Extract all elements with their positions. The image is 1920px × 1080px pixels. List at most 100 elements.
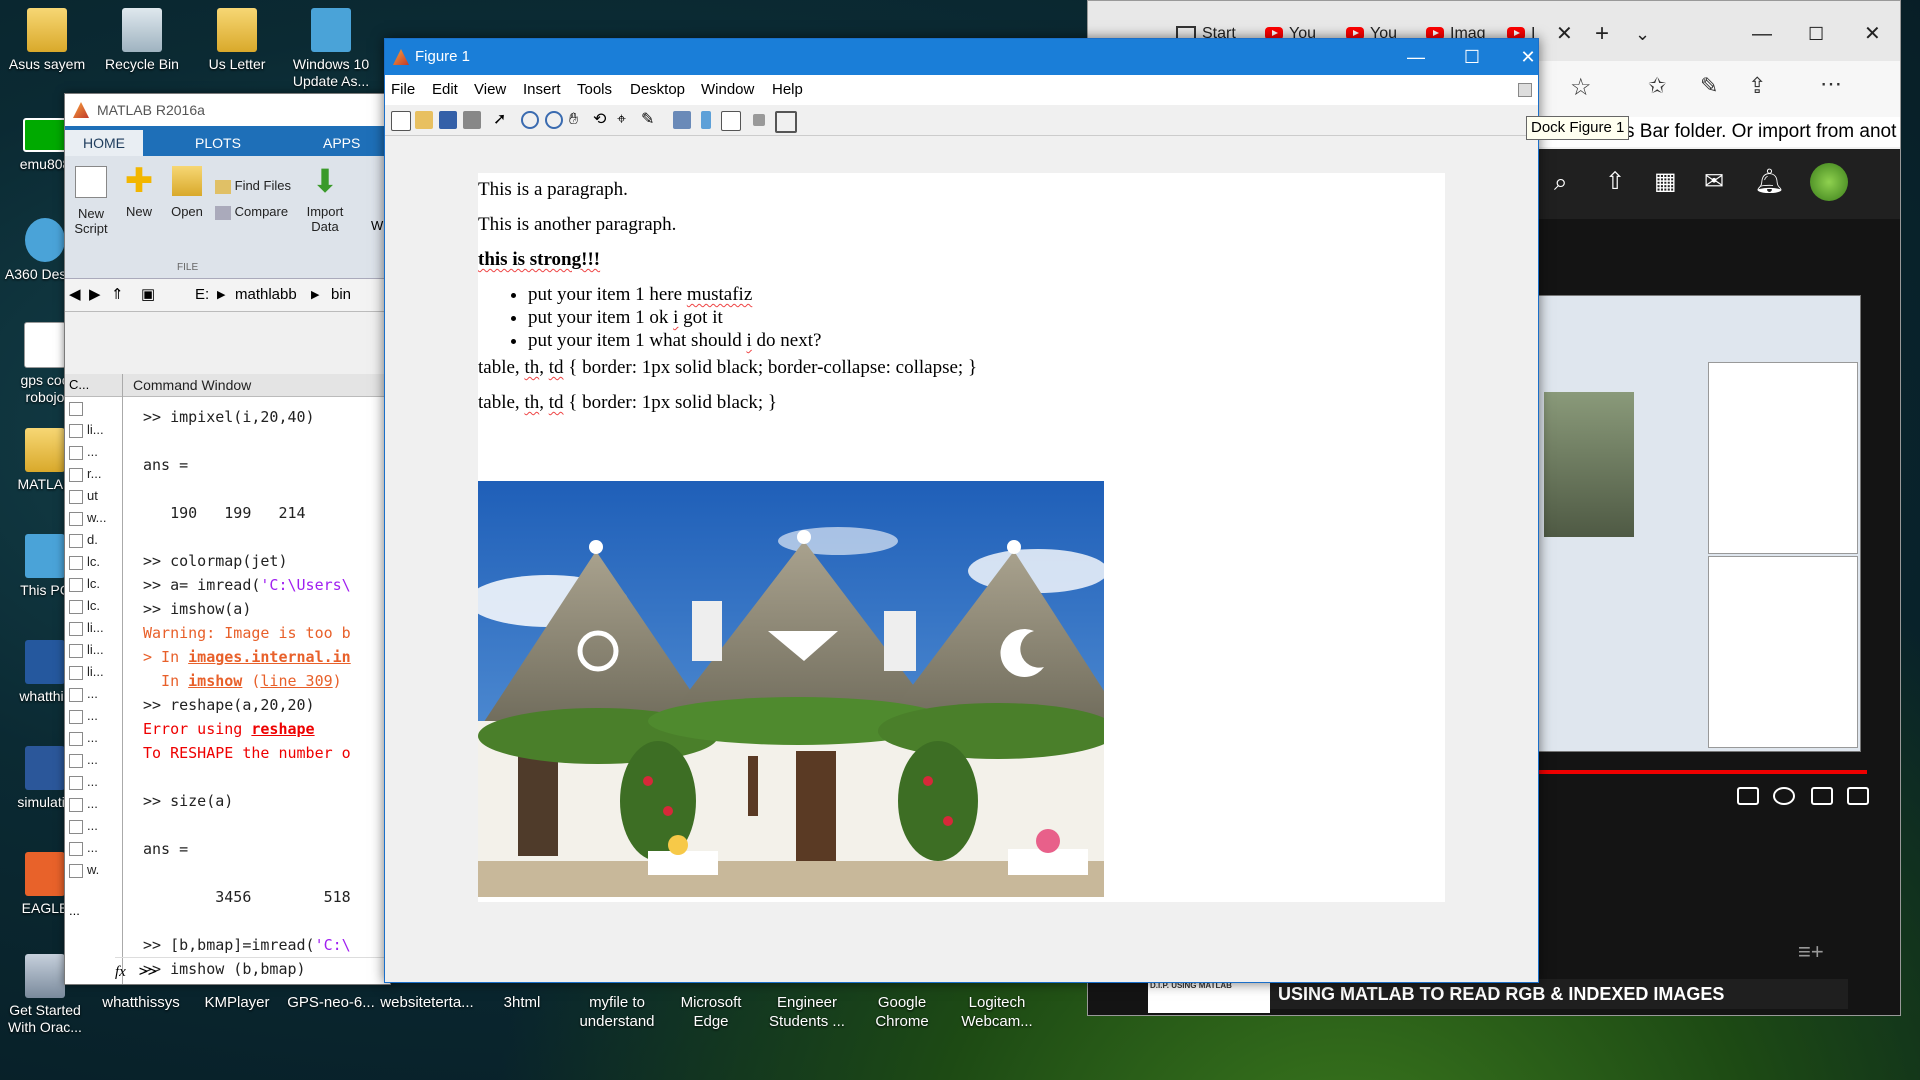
desktop-icon-windows-update[interactable]: Windows 10 Update As...: [286, 8, 376, 90]
messages-icon[interactable]: ✉: [1704, 167, 1724, 196]
file-row[interactable]: ...: [65, 683, 122, 705]
path-segment-bin[interactable]: bin: [331, 279, 351, 311]
share-icon[interactable]: ⇪: [1748, 73, 1766, 99]
zoom-out-icon[interactable]: [545, 111, 563, 129]
new-tab-icon[interactable]: +: [1595, 21, 1609, 47]
data-cursor-icon[interactable]: ⌖: [617, 111, 635, 129]
video-player[interactable]: [1537, 295, 1861, 752]
maximize-icon[interactable]: ☐: [1808, 21, 1824, 47]
settings-gear-icon[interactable]: [1773, 787, 1795, 805]
search-icon[interactable]: ⌕: [1554, 169, 1567, 197]
maximize-icon[interactable]: ☐: [1442, 39, 1502, 75]
menu-insert[interactable]: Insert: [523, 75, 561, 105]
file-row[interactable]: [65, 397, 122, 419]
save-icon[interactable]: [439, 111, 457, 129]
dock-figure-icon[interactable]: [1518, 83, 1532, 97]
print-icon[interactable]: [463, 111, 481, 129]
desktop-icon-engineer-students[interactable]: Engineer Students ...: [760, 993, 854, 1031]
miniplayer-icon[interactable]: [1811, 787, 1833, 805]
star-icon[interactable]: ☆: [1570, 73, 1592, 102]
menu-file[interactable]: File: [391, 75, 415, 105]
pen-icon[interactable]: ✎: [1700, 73, 1718, 99]
add-to-queue-icon[interactable]: ≡+: [1798, 939, 1824, 965]
file-row[interactable]: ut: [65, 485, 122, 507]
compare-button[interactable]: Compare: [215, 204, 288, 220]
desktop-icon-chrome[interactable]: Google Chrome: [855, 993, 949, 1031]
new-figure-icon[interactable]: [391, 111, 411, 131]
show-plot-tools-icon[interactable]: [775, 111, 797, 133]
file-row[interactable]: d.: [65, 529, 122, 551]
path-segment-drive[interactable]: E:: [195, 279, 209, 311]
pointer-icon[interactable]: ➚: [493, 111, 511, 129]
close-window-icon[interactable]: ✕: [1864, 21, 1881, 47]
avatar[interactable]: [1810, 163, 1848, 201]
pan-hand-icon[interactable]: ✋︎: [569, 111, 587, 129]
file-row[interactable]: w...: [65, 507, 122, 529]
desktop-icon-edge[interactable]: Microsoft Edge: [664, 993, 758, 1031]
workspace-button-partial[interactable]: W: [371, 218, 383, 233]
menu-edit[interactable]: Edit: [432, 75, 458, 105]
file-row[interactable]: li...: [65, 419, 122, 441]
menu-window[interactable]: Window: [701, 75, 754, 105]
desktop-icon-asus-sayem[interactable]: Asus sayem: [2, 8, 92, 73]
file-row[interactable]: li...: [65, 639, 122, 661]
file-row[interactable]: ...: [65, 441, 122, 463]
desktop-icon-us-letter[interactable]: Us Letter: [192, 8, 282, 73]
file-row[interactable]: w.: [65, 859, 122, 881]
chevron-down-icon[interactable]: ⌄: [1635, 21, 1650, 47]
more-icon[interactable]: ⋯: [1820, 71, 1842, 97]
video-title-bar[interactable]: D.I.P. USING MATLAB USING MATLAB TO READ…: [1148, 979, 1848, 1013]
path-segment-folder[interactable]: mathlabb: [235, 279, 297, 311]
captions-icon[interactable]: [1737, 787, 1759, 805]
link-plot-icon[interactable]: [673, 111, 691, 129]
file-row[interactable]: ...: [65, 815, 122, 837]
bell-icon[interactable]: 🔔︎: [1754, 167, 1784, 196]
minimize-icon[interactable]: —: [1752, 21, 1772, 47]
file-row[interactable]: lc.: [65, 573, 122, 595]
upload-icon[interactable]: ⇧: [1605, 167, 1625, 196]
zoom-in-icon[interactable]: [521, 111, 539, 129]
desktop-icon-3html[interactable]: 3html: [475, 993, 569, 1012]
video-progress-bar[interactable]: [1537, 770, 1867, 774]
file-row[interactable]: lc.: [65, 551, 122, 573]
close-tab-icon[interactable]: ✕: [1556, 21, 1573, 47]
open-file-icon[interactable]: [415, 111, 433, 129]
file-row[interactable]: li...: [65, 617, 122, 639]
favorites-icon[interactable]: ✩: [1648, 73, 1666, 99]
close-icon[interactable]: ✕: [1498, 39, 1558, 75]
desktop-icon-whatthissys[interactable]: whatthissys: [94, 993, 188, 1012]
open-button[interactable]: Open: [163, 166, 211, 219]
import-data-button[interactable]: ⬇ Import Data: [301, 165, 349, 234]
file-row[interactable]: li...: [65, 661, 122, 683]
desktop-icon-gps-neo[interactable]: GPS-neo-6...: [284, 993, 378, 1012]
tab-apps[interactable]: APPS: [305, 130, 378, 156]
command-window[interactable]: Command Window >> impixel(i,20,40) ans =…: [115, 374, 390, 984]
colorbar-icon[interactable]: [701, 111, 711, 129]
desktop-icon-myfile[interactable]: myfile to understand: [570, 993, 664, 1031]
forward-arrow-icon[interactable]: ▶: [89, 279, 101, 311]
desktop-icon-websiteterta[interactable]: websiteterta...: [380, 993, 474, 1012]
browse-folder-icon[interactable]: ▣: [141, 279, 155, 311]
back-arrow-icon[interactable]: ◀: [69, 279, 81, 311]
menu-tools[interactable]: Tools: [577, 75, 612, 105]
desktop-icon-recycle-bin[interactable]: Recycle Bin: [97, 8, 187, 73]
file-row[interactable]: ...: [65, 771, 122, 793]
file-row[interactable]: lc.: [65, 595, 122, 617]
file-row[interactable]: ...: [65, 727, 122, 749]
legend-icon[interactable]: [721, 111, 741, 131]
up-folder-icon[interactable]: ⇑: [111, 279, 124, 311]
desktop-icon-kmplayer[interactable]: KMPlayer: [190, 993, 284, 1012]
file-row[interactable]: ...: [65, 793, 122, 815]
command-prompt-row[interactable]: fx >>: [115, 957, 390, 984]
find-files-button[interactable]: Find Files: [215, 178, 291, 194]
file-row[interactable]: r...: [65, 463, 122, 485]
theater-mode-icon[interactable]: [1847, 787, 1869, 805]
menu-view[interactable]: View: [474, 75, 506, 105]
file-row[interactable]: ...: [65, 705, 122, 727]
rotate-3d-icon[interactable]: ⟲: [593, 111, 611, 129]
file-row[interactable]: ...: [65, 749, 122, 771]
new-button[interactable]: ✚ New: [115, 164, 163, 219]
figure-titlebar[interactable]: Figure 1 — ☐ ✕: [385, 39, 1538, 75]
brush-icon[interactable]: ✎: [641, 111, 659, 129]
tab-plots[interactable]: PLOTS: [177, 130, 259, 156]
